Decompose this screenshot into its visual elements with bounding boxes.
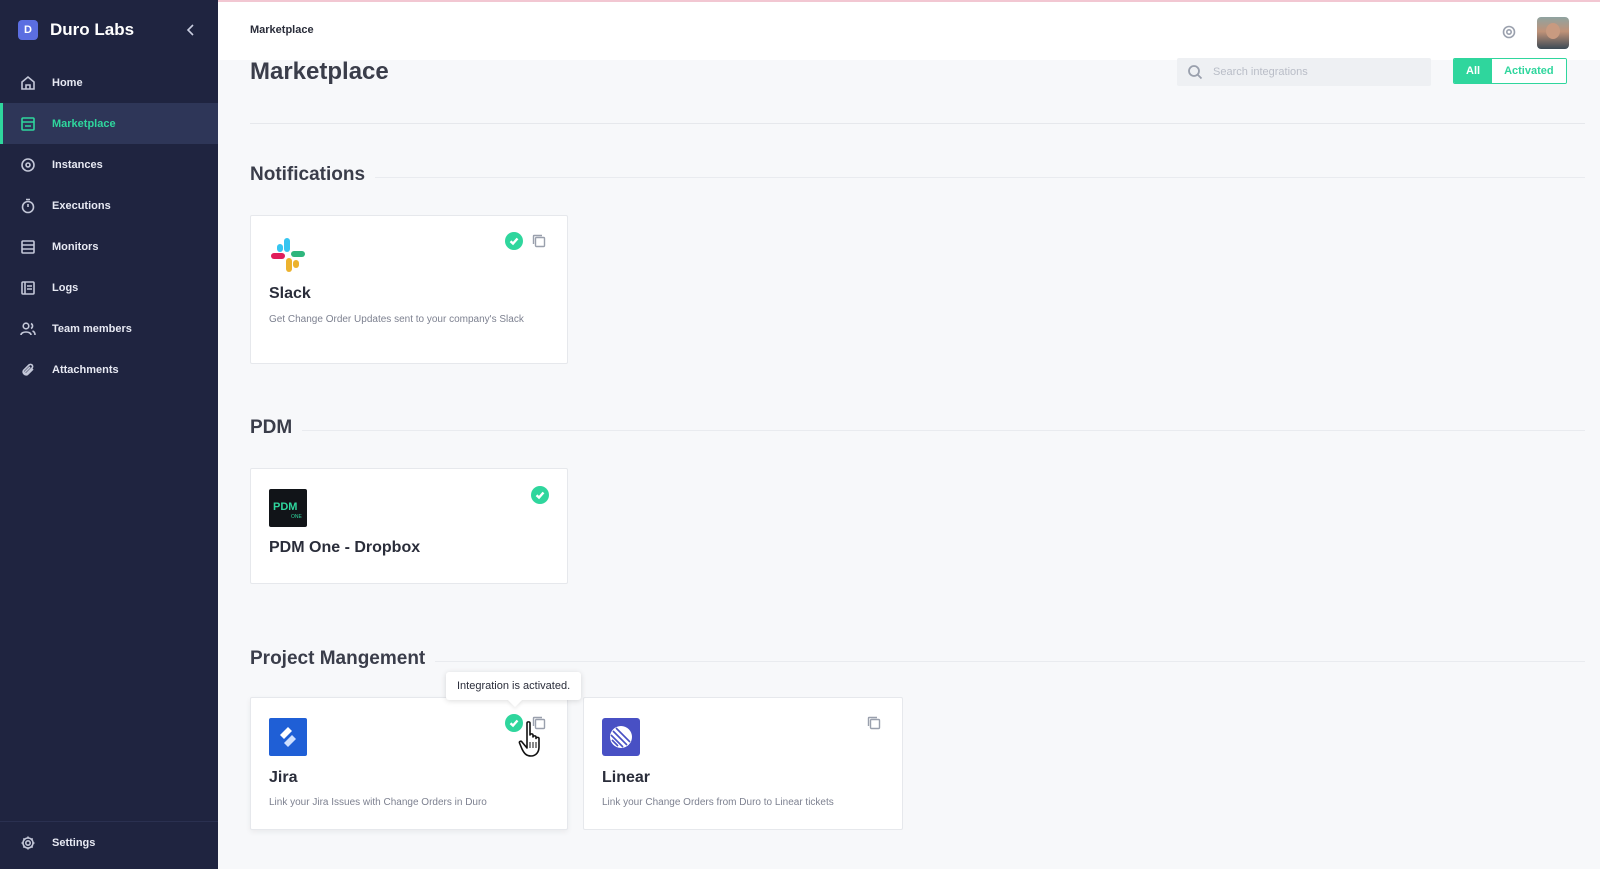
pdm-logo-text: PDM: [273, 501, 297, 513]
section-title-pdm: PDM: [250, 417, 303, 439]
sidebar-item-label: Instances: [52, 158, 103, 171]
chevron-left-icon[interactable]: [184, 23, 198, 37]
sidebar-item-monitors[interactable]: Monitors: [0, 226, 218, 267]
sidebar-item-marketplace[interactable]: Marketplace: [0, 103, 218, 144]
integration-card-jira[interactable]: Jira Link your Jira Issues with Change O…: [250, 697, 568, 830]
section-divider: [250, 661, 1585, 662]
sidebar: D Duro Labs Home Marketplace Instances E…: [0, 0, 218, 869]
sidebar-item-team-members[interactable]: Team members: [0, 308, 218, 349]
sidebar-item-home[interactable]: Home: [0, 62, 218, 103]
card-title: Linear: [602, 769, 651, 786]
card-title: PDM One - Dropbox: [269, 539, 421, 556]
user-avatar[interactable]: [1537, 17, 1569, 49]
sidebar-item-label: Team members: [52, 322, 132, 335]
store-icon: [21, 116, 35, 131]
search-icon: [1188, 65, 1203, 80]
section-divider: [250, 430, 1585, 431]
slack-logo: [271, 238, 305, 272]
sidebar-item-label: Executions: [52, 199, 111, 212]
integration-card-linear[interactable]: Linear Link your Change Orders from Duro…: [583, 697, 903, 830]
sidebar-item-label: Monitors: [52, 240, 99, 253]
page-title: Marketplace: [250, 58, 389, 85]
section-divider: [250, 177, 1585, 178]
header-divider: [250, 123, 1585, 124]
linear-logo: [602, 718, 640, 756]
sidebar-item-label: Home: [52, 76, 83, 89]
sidebar-item-label: Logs: [52, 281, 79, 294]
sidebar-item-label: Attachments: [52, 363, 119, 376]
settings-gear-icon[interactable]: [1501, 24, 1517, 40]
search-input[interactable]: [1213, 66, 1413, 78]
hand-cursor-icon: [518, 721, 540, 757]
section-title-project-management: Project Mangement: [250, 648, 436, 670]
sidebar-item-attachments[interactable]: Attachments: [0, 349, 218, 390]
filter-toggle: All Activated: [1453, 58, 1567, 84]
sidebar-settings: Settings: [0, 821, 218, 863]
card-description: Get Change Order Updates sent to your co…: [269, 314, 524, 325]
brand[interactable]: D Duro Labs: [18, 20, 134, 40]
card-description: Link your Jira Issues with Change Orders…: [269, 797, 487, 808]
paperclip-icon: [22, 363, 34, 376]
main-content: Marketplace All Activated Notifications …: [218, 58, 1600, 869]
instances-icon: [21, 157, 35, 172]
sidebar-item-settings[interactable]: Settings: [0, 822, 218, 863]
pdm-logo-subtext: ONE: [291, 514, 303, 520]
stopwatch-icon: [21, 198, 35, 213]
search-box: [1177, 58, 1431, 86]
sidebar-nav: Home Marketplace Instances Executions Mo…: [0, 62, 218, 390]
filter-all-button[interactable]: All: [1454, 59, 1493, 83]
activated-check-icon[interactable]: [531, 486, 549, 504]
section-title-notifications: Notifications: [250, 164, 376, 186]
card-title: Jira: [269, 769, 298, 786]
filter-activated-button[interactable]: Activated: [1492, 59, 1566, 83]
activated-tooltip: Integration is activated.: [446, 672, 582, 700]
activated-check-icon[interactable]: [505, 232, 523, 250]
users-icon: [20, 321, 36, 335]
copy-icon[interactable]: [531, 233, 547, 249]
gear-icon: [21, 836, 35, 849]
sidebar-item-logs[interactable]: Logs: [0, 267, 218, 308]
sidebar-item-instances[interactable]: Instances: [0, 144, 218, 185]
integration-card-slack[interactable]: Slack Get Change Order Updates sent to y…: [250, 215, 568, 364]
integration-card-pdm-one[interactable]: PDM ONE PDM One - Dropbox: [250, 468, 568, 584]
sidebar-item-label: Marketplace: [52, 117, 116, 130]
pdm-one-logo: PDM ONE: [269, 489, 307, 527]
jira-logo: [269, 718, 307, 756]
sidebar-item-executions[interactable]: Executions: [0, 185, 218, 226]
top-bar: Marketplace: [218, 0, 1600, 60]
sidebar-item-label: Settings: [52, 836, 96, 849]
logs-icon: [21, 280, 35, 295]
brand-name: Duro Labs: [50, 20, 135, 39]
brand-logo: D: [18, 20, 38, 40]
home-icon: [21, 75, 35, 90]
monitor-icon: [21, 239, 35, 254]
breadcrumb: Marketplace: [250, 24, 314, 36]
card-title: Slack: [269, 285, 311, 302]
card-description: Link your Change Orders from Duro to Lin…: [602, 797, 834, 808]
copy-icon[interactable]: [866, 715, 882, 731]
